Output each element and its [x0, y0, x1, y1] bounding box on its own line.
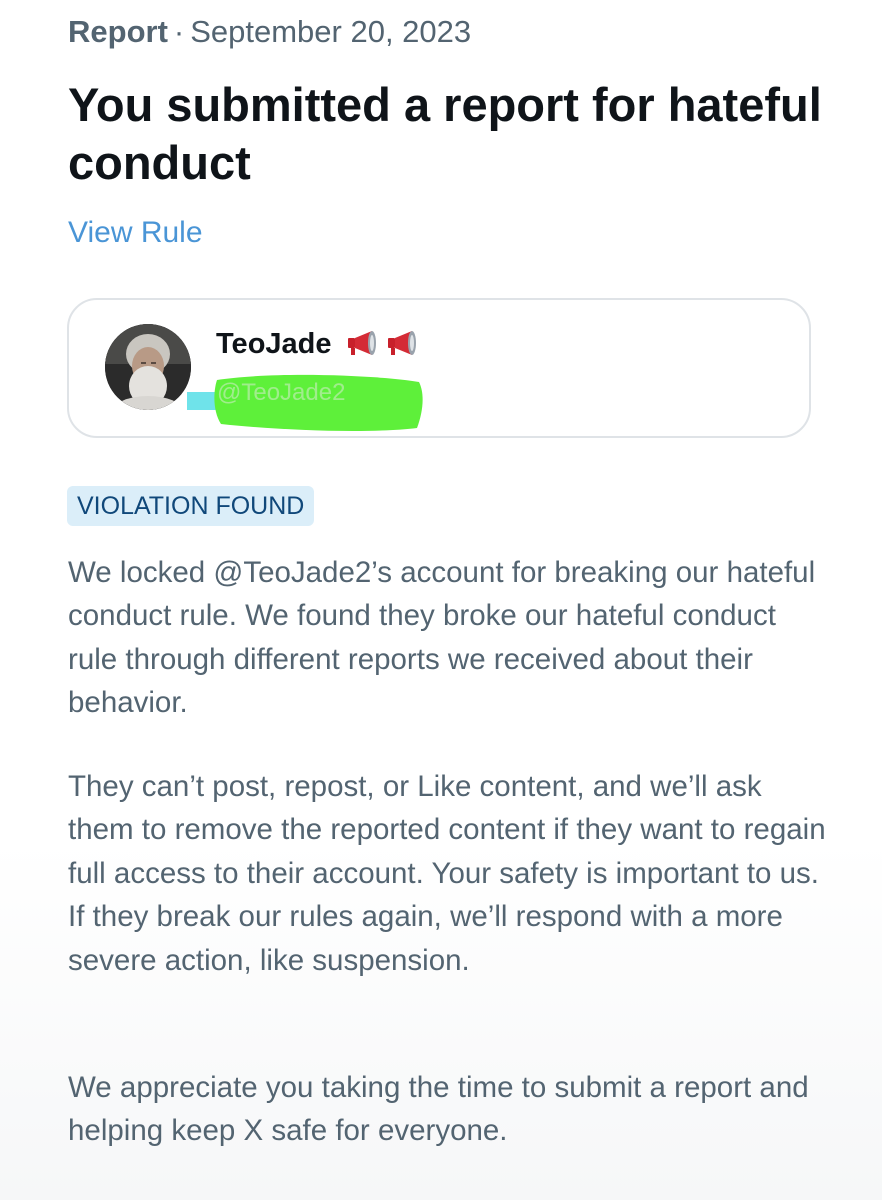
- megaphone-icon: [387, 331, 416, 355]
- display-name: TeoJade: [216, 328, 332, 360]
- avatar: [105, 324, 191, 410]
- body-paragraph-1: We locked @TeoJade2’s account for breaki…: [68, 556, 816, 720]
- reported-user-card[interactable]: TeoJade @TeoJade2: [67, 298, 811, 438]
- report-date: September 20, 2023: [190, 14, 472, 49]
- report-label: Report: [68, 14, 168, 49]
- status-badge: VIOLATION FOUND: [67, 486, 315, 526]
- body-paragraph-2: They can’t post, repost, or Like content…: [68, 770, 826, 977]
- report-detail-page: Report · September 20, 2023 You submitted …: [0, 0, 882, 1200]
- avatar-image: [105, 324, 191, 410]
- megaphone-icon: [347, 331, 376, 355]
- body-paragraph-3: We appreciate you taking the time to sub…: [68, 1071, 809, 1148]
- display-name-row: TeoJade: [216, 326, 420, 362]
- report-meta: Report · September 20, 2023: [68, 12, 471, 52]
- user-handle: @TeoJade2: [217, 379, 346, 406]
- meta-separator: ·: [173, 14, 185, 49]
- view-rule-link[interactable]: View Rule: [68, 213, 203, 253]
- page-title: You submitted a report for hateful condu…: [68, 78, 822, 189]
